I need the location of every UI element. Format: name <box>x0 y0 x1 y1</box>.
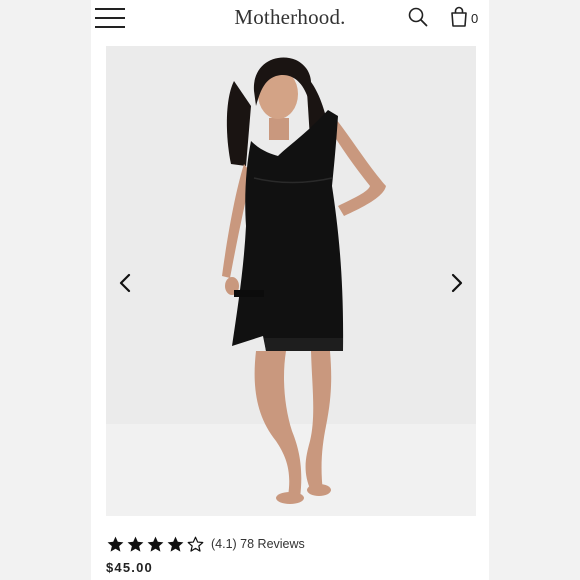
star-filled-icon <box>107 536 124 552</box>
star-empty-icon <box>187 536 204 552</box>
shopping-bag-icon[interactable] <box>449 6 469 28</box>
chevron-right-icon[interactable] <box>444 271 468 295</box>
product-image <box>222 57 386 504</box>
product-price: $45.00 <box>106 560 153 575</box>
reviews-link[interactable]: (4.1) 78 Reviews <box>211 537 305 551</box>
star-filled-icon <box>147 536 164 552</box>
product-image-gallery[interactable] <box>106 46 476 516</box>
site-header: Motherhood. 0 <box>91 0 489 40</box>
cart-count[interactable]: 0 <box>471 11 478 26</box>
search-icon[interactable] <box>407 6 429 28</box>
product-page: Motherhood. 0 (4.1) 78 Reviews $45.00 <box>91 0 489 580</box>
rating-stars <box>106 535 205 554</box>
chevron-left-icon[interactable] <box>114 271 138 295</box>
brand-logo[interactable]: Motherhood. <box>91 5 489 30</box>
product-rating: (4.1) 78 Reviews <box>106 532 305 556</box>
star-filled-icon <box>127 536 144 552</box>
star-filled-icon <box>167 536 184 552</box>
